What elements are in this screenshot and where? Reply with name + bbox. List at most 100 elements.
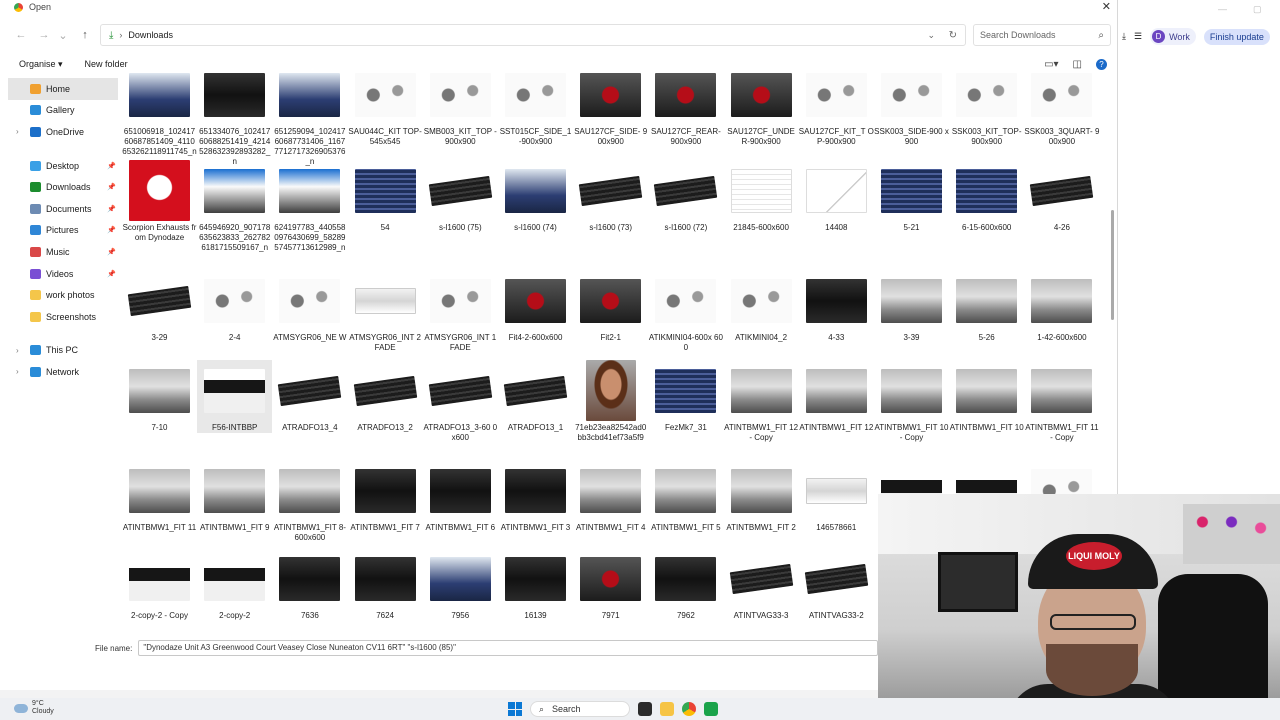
filename-input[interactable]: "Dynodaze Unit A3 Greenwood Court Veasey…: [138, 640, 879, 656]
file-item[interactable]: ATINTVAG33-2: [799, 548, 874, 621]
file-item[interactable]: ATRADFO13_2: [348, 360, 423, 433]
sidebar-item-gallery[interactable]: Gallery: [8, 100, 118, 122]
file-item[interactable]: ATMSYGR06_INT 1FADE: [423, 270, 498, 353]
file-item[interactable]: 4-33: [799, 270, 874, 343]
file-item[interactable]: SSK003_SIDE-900 x900: [874, 72, 949, 147]
file-item[interactable]: SST015CF_SIDE_1 -900x900: [498, 72, 573, 147]
file-item[interactable]: s-l1600 (74): [498, 160, 573, 233]
sidebar-item-network[interactable]: › Network: [8, 361, 118, 383]
file-item[interactable]: ATMSYGR06_INT 2FADE: [348, 270, 423, 353]
file-item[interactable]: Scorpion Exhausts from Dynodaze: [122, 160, 197, 243]
sidebar-item-work-photos[interactable]: work photos: [8, 284, 118, 306]
file-item[interactable]: 21845-600x600: [724, 160, 799, 233]
search-input[interactable]: Search Downloads ⌕: [973, 24, 1111, 46]
file-item[interactable]: ATINTBMW1_FIT 7: [348, 460, 423, 533]
file-item[interactable]: 7636: [272, 548, 347, 621]
file-item[interactable]: 7962: [648, 548, 723, 621]
recent-locations-icon[interactable]: ⌄: [52, 29, 74, 42]
organise-button[interactable]: Organise ▾: [19, 59, 63, 70]
file-item[interactable]: SAU127CF_SIDE- 900x900: [573, 72, 648, 147]
file-item[interactable]: ATINTBMW1_FIT 12: [799, 360, 874, 433]
file-item[interactable]: ATIKMINI04_2: [724, 270, 799, 343]
file-item[interactable]: 7956: [423, 548, 498, 621]
address-bar[interactable]: ⤓ › Downloads ⌄ ↻: [100, 24, 966, 46]
file-item[interactable]: ATINTBMW1_FIT 10: [949, 360, 1024, 433]
file-item[interactable]: ATINTVAG33-3: [724, 548, 799, 621]
file-item[interactable]: 14408: [799, 160, 874, 233]
file-item[interactable]: SMB003_KIT_TOP -900x900: [423, 72, 498, 147]
close-icon[interactable]: ✕: [1102, 0, 1111, 13]
file-item[interactable]: s-l1600 (73): [573, 160, 648, 233]
sidebar-item-music[interactable]: Music 📌: [8, 241, 118, 263]
chrome-taskbar-icon[interactable]: [682, 702, 696, 716]
sidebar-item-downloads[interactable]: Downloads 📌: [8, 176, 118, 198]
file-item[interactable]: 651259094_1024176068773140​6_11677712717…: [272, 72, 347, 167]
file-item[interactable]: 3-29: [122, 270, 197, 343]
file-item[interactable]: ATINTBMW1_FIT 11 - Copy: [1024, 360, 1099, 443]
file-item[interactable]: s-l1600 (75): [423, 160, 498, 233]
file-item[interactable]: ATINTBMW1_FIT 11: [122, 460, 197, 533]
refresh-icon[interactable]: ↻: [949, 30, 957, 41]
new-folder-button[interactable]: New folder: [85, 59, 128, 69]
file-item[interactable]: 1-42-600x600: [1024, 270, 1099, 343]
file-item[interactable]: 2-copy-2: [197, 548, 272, 621]
sidebar-item-documents[interactable]: Documents 📌: [8, 198, 118, 220]
file-item[interactable]: ATINTBMW1_FIT 6: [423, 460, 498, 533]
file-item[interactable]: ATRADFO13_4: [272, 360, 347, 433]
file-item[interactable]: ATIKMINI04-600x 600: [648, 270, 723, 353]
weather-widget[interactable]: 9°C Cloudy: [14, 700, 54, 716]
file-item[interactable]: 146578661: [799, 460, 874, 533]
file-item[interactable]: ATINTBMW1_FIT 3: [498, 460, 573, 533]
file-item[interactable]: 7624: [348, 548, 423, 621]
file-item[interactable]: ATINTBMW1_FIT 2: [724, 460, 799, 533]
back-icon[interactable]: ←: [10, 29, 32, 41]
file-item[interactable]: 3-39: [874, 270, 949, 343]
sidebar-item-videos[interactable]: Videos 📌: [8, 263, 118, 285]
taskbar-search[interactable]: ⌕ Search: [530, 701, 630, 717]
file-item[interactable]: 651334076_1024176068825141​9_42145286323…: [197, 72, 272, 167]
file-item[interactable]: 4-26: [1024, 160, 1099, 233]
file-item[interactable]: 54: [348, 160, 423, 233]
file-item[interactable]: ATINTBMW1_FIT 9: [197, 460, 272, 533]
preview-pane-icon[interactable]: ◫: [1073, 59, 1082, 70]
chevron-down-icon[interactable]: ⌄: [927, 30, 935, 41]
file-item[interactable]: 2-4: [197, 270, 272, 343]
profile-button[interactable]: D Work: [1150, 28, 1196, 45]
chevron-right-icon[interactable]: ›: [16, 127, 19, 136]
file-item[interactable]: 651006918_1024176068785140​9_41106532621…: [122, 72, 197, 157]
file-item[interactable]: SAU127CF_UNDE R-900x900: [724, 72, 799, 147]
file-item[interactable]: ATINTBMW1_FIT 5: [648, 460, 723, 533]
file-item[interactable]: F56-INTBBP: [197, 360, 273, 433]
file-explorer-icon[interactable]: [660, 702, 674, 716]
chevron-right-icon[interactable]: ›: [16, 367, 19, 376]
file-item[interactable]: s-l1600 (72): [648, 160, 723, 233]
file-item[interactable]: SAU044C_KIT TOP-545x545: [348, 72, 423, 147]
file-item[interactable]: SSK003_KIT_TOP- 900x900: [949, 72, 1024, 147]
file-item[interactable]: 2-copy-2 - Copy: [122, 548, 197, 621]
file-item[interactable]: ATINTBMW1_FIT 12 - Copy: [724, 360, 799, 443]
file-item[interactable]: 16139: [498, 548, 573, 621]
file-item[interactable]: 624197783_4405580976430​699_582895745771…: [272, 160, 347, 253]
file-item[interactable]: Fit4-2-600x600: [498, 270, 573, 343]
sidebar-item-desktop[interactable]: Desktop 📌: [8, 155, 118, 177]
sidebar-item-home[interactable]: Home: [8, 78, 118, 100]
file-item[interactable]: 7971: [573, 548, 648, 621]
finish-update-button[interactable]: Finish update: [1203, 28, 1270, 45]
file-item[interactable]: 5-26: [949, 270, 1024, 343]
app-icon[interactable]: [704, 702, 718, 716]
help-icon[interactable]: ?: [1096, 58, 1107, 70]
file-item[interactable]: SAU127CF_REAR- 900x900: [648, 72, 723, 147]
view-options-icon[interactable]: ▭▾: [1044, 59, 1058, 70]
chevron-right-icon[interactable]: ›: [16, 346, 19, 355]
file-item[interactable]: 71eb23ea82542ad0bb3cbd41ef73a5f9: [573, 360, 648, 443]
downloads-icon[interactable]: ⤓: [1122, 31, 1126, 42]
maximize-icon[interactable]: ▢: [1253, 4, 1262, 15]
file-item[interactable]: FezMk7_31: [648, 360, 723, 433]
vertical-scrollbar[interactable]: [1111, 210, 1114, 320]
sidebar-item-this-pc[interactable]: › This PC: [8, 340, 118, 362]
minimize-icon[interactable]: —: [1218, 4, 1227, 15]
file-item[interactable]: ATMSYGR06_NE W: [272, 270, 347, 343]
file-item[interactable]: 6-15-600x600: [949, 160, 1024, 233]
file-item[interactable]: ATINTBMW1_FIT 10 - Copy: [874, 360, 949, 443]
file-item[interactable]: ATRADFO13_1: [498, 360, 573, 433]
